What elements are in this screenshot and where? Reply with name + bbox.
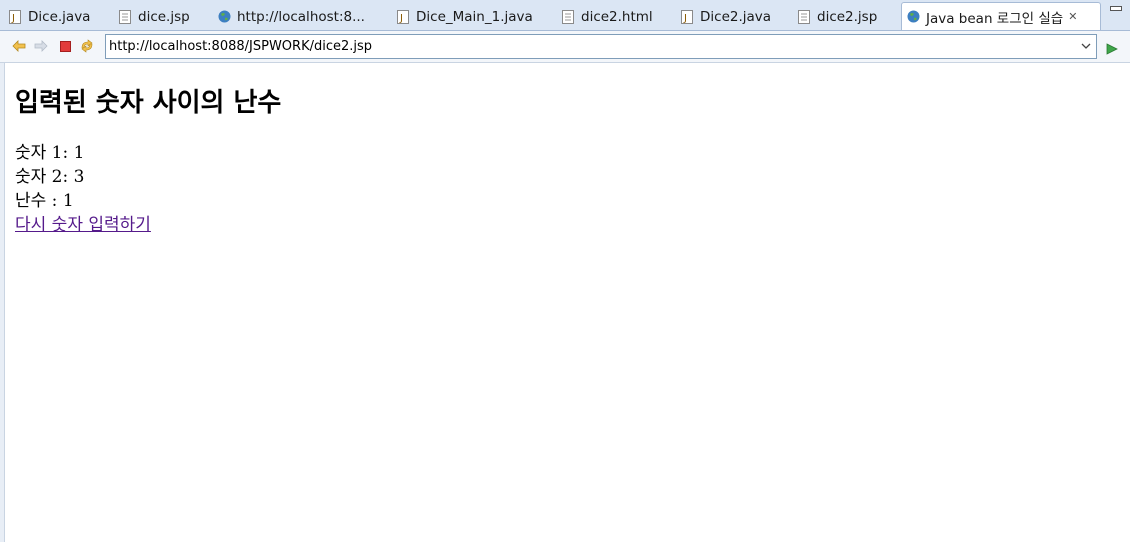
java-file-icon: J	[8, 9, 22, 24]
tab-dice2-jsp[interactable]: dice2.jsp	[797, 3, 892, 30]
page-heading: 입력된 숫자 사이의 난수	[15, 88, 282, 118]
tab-localhost[interactable]: http://localhost:8...	[217, 3, 377, 30]
tab-java-bean-login[interactable]: Java bean 로그인 실습 ✕	[901, 2, 1101, 30]
number1-text: 숫자 1: 1	[15, 143, 85, 163]
svg-text:J: J	[683, 13, 687, 24]
tab-label: Dice2.java	[700, 8, 772, 25]
svg-text:J: J	[11, 13, 15, 24]
forward-arrow-icon[interactable]	[34, 39, 48, 53]
java-file-icon: J	[396, 9, 410, 24]
stop-icon[interactable]	[58, 39, 72, 53]
java-file-icon: J	[680, 9, 694, 24]
tab-dice-main-java[interactable]: J Dice_Main_1.java	[396, 3, 546, 30]
number2-text: 숫자 2: 3	[15, 167, 85, 187]
random-result-text: 난수 : 1	[15, 191, 74, 211]
tab-label: Java bean 로그인 실습	[926, 10, 1064, 27]
globe-icon	[217, 10, 231, 24]
tab-dice-jsp[interactable]: dice.jsp	[118, 3, 208, 30]
tab-label: Dice.java	[28, 8, 91, 25]
svg-text:J: J	[399, 13, 403, 24]
tab-dice2-java[interactable]: J Dice2.java	[680, 3, 785, 30]
close-icon[interactable]: ✕	[1068, 10, 1077, 23]
refresh-icon[interactable]	[80, 39, 94, 53]
minimize-button[interactable]	[1110, 6, 1122, 11]
viewport-left-border	[0, 63, 5, 542]
tab-label: Dice_Main_1.java	[416, 8, 533, 25]
go-button-icon[interactable]	[1106, 40, 1118, 59]
html-file-icon	[561, 9, 575, 24]
globe-icon	[906, 10, 920, 24]
tab-label: dice2.html	[581, 8, 653, 25]
address-bar[interactable]	[105, 34, 1097, 59]
tab-label: http://localhost:8...	[237, 8, 365, 25]
tab-label: dice.jsp	[138, 8, 190, 25]
jsp-file-icon	[797, 9, 811, 24]
back-arrow-icon[interactable]	[12, 39, 26, 53]
retry-link[interactable]: 다시 숫자 입력하기	[15, 215, 151, 235]
browser-toolbar	[0, 31, 1130, 63]
jsp-file-icon	[118, 9, 132, 24]
editor-tab-bar: J Dice.java dice.jsp http://localhost:8.…	[0, 0, 1130, 31]
retry-link-row: 다시 숫자 입력하기	[15, 213, 1130, 237]
page-content: 입력된 숫자 사이의 난수 숫자 1: 1 숫자 2: 3 난수 : 1 다시 …	[15, 63, 1130, 542]
tab-label: dice2.jsp	[817, 8, 878, 25]
url-input[interactable]	[106, 36, 1069, 57]
tab-dice-java[interactable]: J Dice.java	[8, 3, 108, 30]
tab-dice2-html[interactable]: dice2.html	[561, 3, 666, 30]
chevron-down-icon[interactable]	[1079, 39, 1093, 53]
